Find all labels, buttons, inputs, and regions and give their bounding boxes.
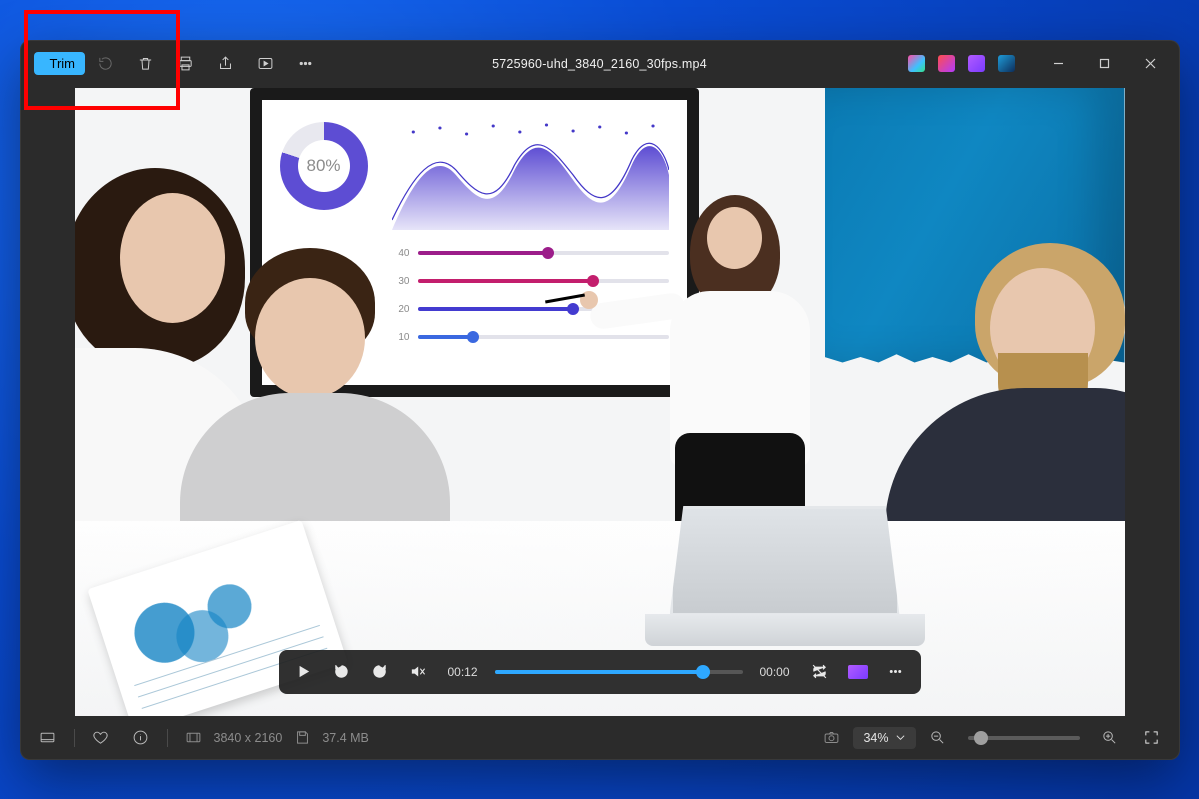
disk-icon [294, 729, 311, 746]
loop-icon [811, 663, 828, 680]
clipchamp-button[interactable] [839, 650, 877, 694]
favorite-button[interactable] [81, 718, 121, 758]
slider-label: 10 [392, 332, 410, 343]
filmstrip-toggle-button[interactable] [28, 718, 68, 758]
seek-knob[interactable] [696, 665, 710, 679]
playback-more-button[interactable] [877, 650, 915, 694]
seek-bar[interactable] [495, 670, 743, 674]
minimize-button[interactable] [1036, 40, 1082, 88]
zoom-value: 34% [863, 731, 888, 745]
skip-back-10-button[interactable]: 10 [323, 650, 361, 694]
print-button[interactable] [165, 44, 205, 84]
edit-with-clipchamp-button[interactable] [962, 40, 992, 88]
maximize-icon [1099, 58, 1110, 69]
minimize-icon [1053, 58, 1064, 69]
slideshow-button[interactable] [245, 44, 285, 84]
clipchamp-icon [968, 55, 985, 72]
svg-text:10: 10 [339, 670, 345, 676]
status-bar: 3840 x 2160 37.4 MB 34% [20, 716, 1180, 760]
trim-button[interactable]: Trim [34, 52, 86, 75]
fullscreen-button[interactable] [1132, 718, 1172, 758]
fullscreen-icon [1143, 729, 1160, 746]
skip-fwd-30-button[interactable]: 30 [361, 650, 399, 694]
share-button[interactable] [205, 44, 245, 84]
dimensions-icon-wrap [174, 718, 214, 758]
slideshow-icon [257, 55, 274, 72]
info-icon [132, 729, 149, 746]
close-button[interactable] [1128, 40, 1174, 88]
share-icon [217, 55, 234, 72]
edit-with-photos-button[interactable] [902, 40, 932, 88]
mute-icon [409, 663, 426, 680]
play-icon [295, 663, 312, 680]
playback-current-time: 00:12 [437, 665, 489, 679]
resolution-label: 3840 x 2160 [214, 731, 283, 745]
rotate-icon [97, 55, 114, 72]
paint-icon [998, 55, 1015, 72]
skip-fwd-icon: 30 [371, 663, 388, 680]
loop-button[interactable] [801, 650, 839, 694]
rotate-button[interactable] [85, 44, 125, 84]
slider-label: 20 [392, 304, 410, 315]
top-command-bar: 5725960-uhd_3840_2160_30fps.mp4 Trim [20, 40, 1180, 88]
zoom-dropdown[interactable]: 34% [853, 727, 915, 749]
slider-chart: 40 30 20 10 [392, 248, 669, 343]
edit-with-designer-button[interactable] [932, 40, 962, 88]
delete-button[interactable] [125, 44, 165, 84]
trash-icon [137, 55, 154, 72]
playback-remaining-time: 00:00 [749, 665, 801, 679]
close-icon [1145, 58, 1156, 69]
designer-icon [938, 55, 955, 72]
chevron-down-icon [895, 732, 906, 743]
dimensions-icon [185, 729, 202, 746]
gauge-percent-label: 80% [280, 122, 368, 210]
media-viewport: 80% 60k [20, 88, 1180, 716]
wave-chart [392, 120, 669, 230]
photos-app-window: 5725960-uhd_3840_2160_30fps.mp4 Trim [20, 40, 1180, 760]
photos-edit-icon [908, 55, 925, 72]
zoom-out-icon [929, 729, 946, 746]
slider-label: 30 [392, 276, 410, 287]
print-icon [177, 55, 194, 72]
filesize-label: 37.4 MB [322, 731, 369, 745]
camera-icon [823, 729, 840, 746]
clipchamp-chip-icon [848, 665, 868, 679]
live-caption-button[interactable] [811, 718, 851, 758]
mute-button[interactable] [399, 650, 437, 694]
edit-with-paint-button[interactable] [992, 40, 1022, 88]
playback-controls: 10 30 00:12 00:00 [279, 650, 921, 694]
more-icon [887, 663, 904, 680]
video-content-laptop [670, 506, 900, 646]
skip-back-icon: 10 [333, 663, 350, 680]
maximize-button[interactable] [1082, 40, 1128, 88]
heart-icon [92, 729, 109, 746]
trim-button-label: Trim [50, 56, 76, 71]
gauge-chart: 80% [280, 122, 368, 210]
play-button[interactable] [285, 650, 323, 694]
zoom-out-button[interactable] [918, 718, 958, 758]
video-frame[interactable]: 80% 60k [75, 88, 1125, 716]
zoom-in-button[interactable] [1090, 718, 1130, 758]
more-icon [297, 55, 314, 72]
svg-text:30: 30 [377, 670, 383, 676]
zoom-slider[interactable] [968, 736, 1080, 740]
filmstrip-icon [39, 729, 56, 746]
filesize-icon-wrap [282, 718, 322, 758]
zoom-in-icon [1101, 729, 1118, 746]
slider-label: 40 [392, 248, 410, 259]
info-button[interactable] [121, 718, 161, 758]
more-button[interactable] [285, 44, 325, 84]
